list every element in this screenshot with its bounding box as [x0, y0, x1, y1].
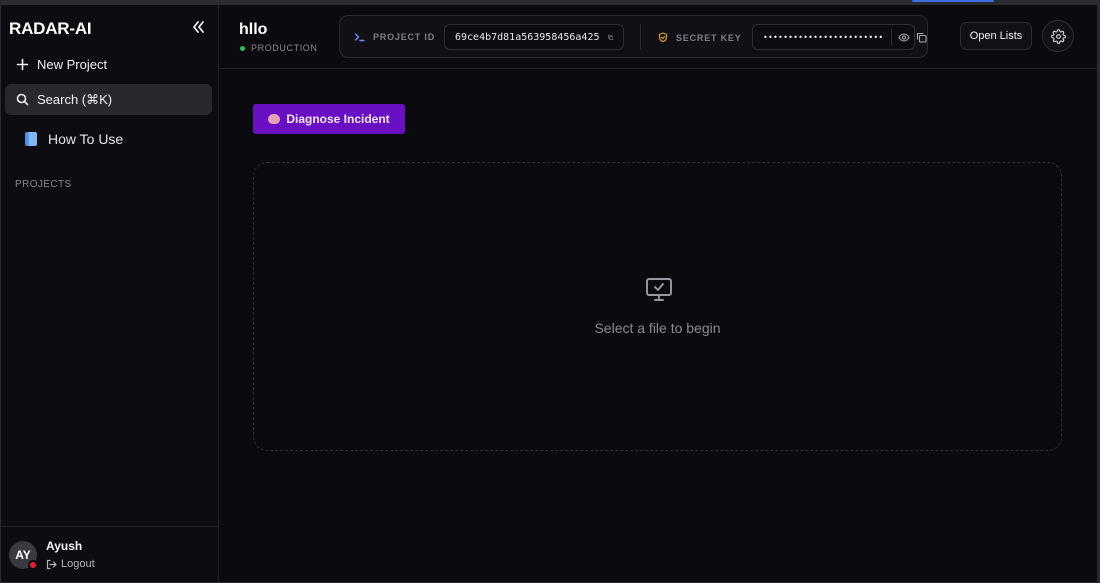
- environment-badge: PRODUCTION: [240, 43, 318, 53]
- project-id-label-text: PROJECT ID: [373, 32, 436, 42]
- window-tab-indicator: [912, 0, 994, 2]
- copy-icon[interactable]: [607, 32, 614, 43]
- eye-icon[interactable]: [898, 32, 911, 42]
- book-icon: [25, 131, 37, 146]
- terminal-icon: [354, 33, 365, 42]
- environment-label: PRODUCTION: [251, 43, 318, 53]
- diagnose-incident-button[interactable]: Diagnose Incident: [253, 104, 405, 134]
- project-id-field: 69ce4b7d81a563958456a425: [444, 24, 624, 50]
- open-lists-button[interactable]: Open Lists: [960, 22, 1032, 50]
- empty-state-text: Select a file to begin: [594, 320, 721, 336]
- sidebar-item-how-to-use[interactable]: How To Use: [5, 123, 212, 154]
- gear-icon: [1050, 28, 1066, 44]
- secret-key-actions: [891, 29, 927, 45]
- secret-key-label: SECRET KEY: [658, 32, 742, 43]
- credentials-panel: PROJECT ID 69ce4b7d81a563958456a425 SECR…: [339, 15, 928, 58]
- project-id-label: PROJECT ID: [354, 32, 435, 42]
- copy-icon[interactable]: [916, 32, 927, 43]
- diagnose-incident-label: Diagnose Incident: [286, 112, 390, 126]
- environment-status-dot: [240, 45, 245, 51]
- search-label: Search (⌘K): [37, 91, 113, 107]
- brand-logo-text: RADAR-AI: [9, 19, 92, 38]
- logout-button[interactable]: Logout: [46, 558, 95, 570]
- brain-icon: [268, 114, 281, 124]
- secret-key-label-text: SECRET KEY: [676, 32, 742, 43]
- project-id-value: 69ce4b7d81a563958456a425: [455, 31, 600, 43]
- search-button[interactable]: Search (⌘K): [5, 84, 212, 115]
- search-icon: [16, 93, 29, 106]
- project-title: hllo: [239, 21, 268, 38]
- collapse-sidebar-button[interactable]: [189, 18, 207, 36]
- sidebar: RADAR-AI New Project Search (⌘K) How To …: [1, 5, 219, 582]
- settings-button[interactable]: [1042, 20, 1074, 52]
- new-project-button[interactable]: New Project: [5, 49, 212, 80]
- logout-label: Logout: [61, 558, 95, 570]
- avatar-status-dot: [28, 560, 38, 570]
- new-project-label: New Project: [37, 57, 108, 72]
- file-dropzone[interactable]: Select a file to begin: [253, 162, 1062, 451]
- collapse-icon: [193, 21, 204, 33]
- user-name: Ayush: [46, 539, 83, 553]
- monitor-check-icon: [646, 278, 672, 301]
- secret-key-field: ••••••••••••••••••••••••: [752, 24, 927, 50]
- shield-icon: [658, 32, 668, 43]
- top-header: hllo PRODUCTION PROJECT ID 69ce4b7d81a56…: [219, 5, 1097, 69]
- secret-key-value: ••••••••••••••••••••••••: [763, 32, 884, 42]
- plus-icon: [16, 58, 29, 71]
- logout-icon: [46, 559, 57, 569]
- how-to-use-label: How To Use: [48, 130, 124, 147]
- credentials-separator: [640, 24, 641, 50]
- projects-section-label: PROJECTS: [15, 179, 72, 190]
- user-divider: [1, 526, 218, 527]
